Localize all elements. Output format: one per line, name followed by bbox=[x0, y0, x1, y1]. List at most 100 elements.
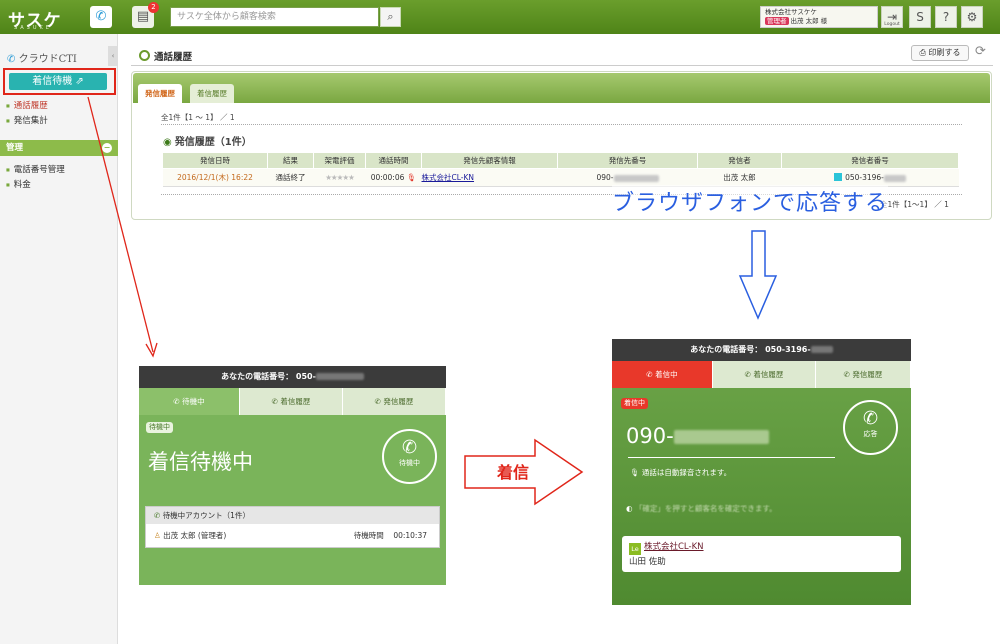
print-icon: ⎙ bbox=[919, 48, 926, 57]
sidebar-collapse-button[interactable]: ‹ bbox=[108, 46, 118, 66]
wait-time: 待機時間 00:10:37 bbox=[354, 524, 427, 548]
sidebar-item-phone-numbers[interactable]: 電話番号管理 bbox=[6, 163, 65, 175]
status-badge: 待機中 bbox=[146, 422, 173, 433]
app-logo-sub: SASUKE bbox=[14, 25, 52, 31]
phone-number-header: あなたの電話番号： 050-3196- bbox=[612, 339, 911, 361]
phone-color-icon bbox=[834, 173, 843, 181]
pager: 全1件【1～1】 ／ 1 bbox=[880, 200, 949, 209]
col-dest-number[interactable]: 発信先番号 bbox=[557, 152, 698, 169]
user-name: 出茂 太郎 様 bbox=[790, 17, 828, 25]
customer-type-icon: Le bbox=[629, 543, 641, 555]
customer-company-link[interactable]: 株式会社CL-KN bbox=[644, 542, 704, 552]
page-title: 通話履歴 bbox=[139, 49, 192, 63]
account-head-label: 待機中アカウント（1件） bbox=[162, 511, 250, 520]
sidebar-item-call-stats[interactable]: 発信集計 bbox=[6, 114, 48, 126]
tab-incoming-history[interactable]: ✆ 着信履歴 bbox=[713, 361, 816, 388]
incoming-call-icon: ✆ bbox=[271, 397, 278, 406]
circle-label: 待機中 bbox=[399, 459, 420, 467]
customer-link[interactable]: 株式会社CL-KN bbox=[422, 173, 475, 182]
top-bar: サスケ SASUKE ✆ ▤ 2 サスケ全体から顧客検索 ⌕ 株式会社サスケケ … bbox=[0, 0, 1000, 34]
s-icon: S bbox=[916, 10, 924, 24]
help-button[interactable]: ? bbox=[935, 6, 957, 28]
tab-bar: 発信履歴 着信履歴 bbox=[133, 73, 990, 103]
settings-button[interactable]: ⚙ bbox=[961, 6, 983, 28]
cti-incoming-panel: あなたの電話番号： 050-3196- ✆ 着信中 ✆ 着信履歴 ✆ 発信履歴 … bbox=[612, 339, 911, 605]
cti-title: ✆ クラウドCTI bbox=[7, 50, 77, 65]
mic-icon: 🎙 bbox=[630, 468, 640, 477]
phone-ringing-icon: ✆ bbox=[862, 408, 879, 429]
sidebar-item-fees[interactable]: 料金 bbox=[6, 178, 31, 190]
col-caller[interactable]: 発信者 bbox=[697, 152, 782, 169]
table-header-row: 発信日時 結果 架電評価 通話時間 発信先顧客情報 発信先番号 発信者 発信者番… bbox=[162, 152, 959, 169]
tab-outgoing-history[interactable]: ✆ 発信履歴 bbox=[343, 388, 446, 415]
logout-button[interactable]: ⇥ Logout bbox=[881, 6, 903, 28]
answer-button[interactable]: ✆ 応答 bbox=[843, 400, 898, 455]
phone-icon[interactable]: ✆ bbox=[90, 6, 112, 28]
mic-icon[interactable]: 🎙 bbox=[407, 173, 417, 182]
tab-label: 着信中 bbox=[655, 370, 678, 379]
tab-waiting[interactable]: ✆ 待機中 bbox=[139, 388, 240, 415]
caller-number-value: 050-3196- bbox=[845, 173, 884, 182]
col-duration[interactable]: 通話時間 bbox=[365, 152, 422, 169]
col-caller-number[interactable]: 発信者番号 bbox=[781, 152, 959, 169]
gear-icon: ⚙ bbox=[966, 10, 978, 24]
customer-person: 山田 佐助 bbox=[629, 557, 666, 567]
caller-number: 090- bbox=[626, 424, 769, 448]
refresh-icon[interactable]: ⟳ bbox=[975, 44, 986, 59]
wait-button[interactable]: 着信待機 ⇗ bbox=[9, 73, 107, 90]
cell-caller: 出茂 太郎 bbox=[697, 168, 782, 187]
red-arrow-head bbox=[145, 342, 158, 358]
list-item: ♙ 出茂 太郎 (管理者) 待機時間 00:10:37 bbox=[146, 524, 439, 548]
sasuke-button[interactable]: S bbox=[909, 6, 931, 28]
wait-button-label: 着信待機 bbox=[32, 76, 73, 87]
col-rating[interactable]: 架電評価 bbox=[313, 152, 366, 169]
dest-number-value: 090- bbox=[596, 173, 614, 182]
sidebar-item-call-history[interactable]: 通話履歴 bbox=[6, 99, 48, 111]
phone-number-header: あなたの電話番号： 050- bbox=[139, 366, 446, 388]
print-button[interactable]: ⎙ 印刷する bbox=[911, 45, 969, 61]
tab-outgoing[interactable]: 発信履歴 bbox=[138, 84, 182, 103]
cell-rating[interactable]: ★★★★★ bbox=[313, 168, 366, 187]
cell-duration: 00:00:06 🎙 bbox=[365, 168, 422, 187]
blue-down-arrow bbox=[738, 230, 778, 320]
wait-label: 待機時間 bbox=[353, 531, 384, 540]
divider bbox=[161, 124, 962, 125]
auto-record-text: 通話は自動録音されます。 bbox=[641, 468, 732, 477]
tab-label: 着信履歴 bbox=[753, 370, 784, 379]
help-icon: ? bbox=[942, 10, 950, 24]
col-customer[interactable]: 発信先顧客情報 bbox=[421, 152, 558, 169]
tab-incoming[interactable]: 着信履歴 bbox=[190, 84, 234, 103]
col-result[interactable]: 結果 bbox=[267, 152, 314, 169]
search-button[interactable]: ⌕ bbox=[380, 7, 401, 27]
external-icon: ⇗ bbox=[75, 76, 84, 87]
table-row[interactable]: 2016/12/1(木) 16:22 通話終了 ★★★★★ 00:00:06 🎙… bbox=[162, 168, 959, 187]
auto-record-note: 🎙 通話は自動録音されます。 bbox=[630, 467, 731, 478]
col-date[interactable]: 発信日時 bbox=[162, 152, 268, 169]
user-icon: ♙ bbox=[154, 531, 161, 540]
wait-time-value: 00:10:37 bbox=[393, 531, 427, 540]
redacted-number bbox=[810, 346, 833, 353]
company-name: 株式会社サスケケ bbox=[765, 8, 817, 16]
caller-number-value: 090- bbox=[626, 424, 674, 448]
tab-label: 発信履歴 bbox=[383, 397, 414, 406]
cell-caller-number: 050-3196- bbox=[781, 168, 959, 187]
cti-tabs: ✆ 着信中 ✆ 着信履歴 ✆ 発信履歴 bbox=[612, 361, 911, 388]
customer-card[interactable]: Le 株式会社CL-KN 山田 佐助 bbox=[622, 536, 901, 572]
cti-waiting-panel: あなたの電話番号： 050- ✆ 待機中 ✆ 着信履歴 ✆ 発信履歴 待機中 着… bbox=[139, 366, 446, 585]
role-badge: 管理者 bbox=[765, 17, 789, 25]
account-list: ✆ 待機中アカウント（1件） ♙ 出茂 太郎 (管理者) 待機時間 00:10:… bbox=[145, 506, 440, 548]
logout-label: Logout bbox=[884, 22, 900, 27]
search-input[interactable]: サスケ全体から顧客検索 bbox=[170, 7, 379, 27]
sidebar-admin-head[interactable]: 管理 − bbox=[0, 140, 118, 156]
tab-incoming-history[interactable]: ✆ 着信履歴 bbox=[240, 388, 343, 415]
search-icon: ⌕ bbox=[387, 10, 394, 23]
collapse-icon: − bbox=[102, 143, 112, 153]
user-box: 株式会社サスケケ 管理者 出茂 太郎 様 bbox=[760, 6, 878, 28]
notification-badge: 2 bbox=[148, 2, 159, 13]
account-list-head: ✆ 待機中アカウント（1件） bbox=[146, 507, 439, 524]
outgoing-call-icon: ✆ bbox=[374, 397, 381, 406]
tab-outgoing-history[interactable]: ✆ 発信履歴 bbox=[816, 361, 911, 388]
confirm-hint: ◐ 「確定」を押すと顧客名を確定できます。 bbox=[626, 503, 777, 514]
tab-incoming-now[interactable]: ✆ 着信中 bbox=[612, 361, 713, 388]
tab-label: 発信履歴 bbox=[852, 370, 883, 379]
